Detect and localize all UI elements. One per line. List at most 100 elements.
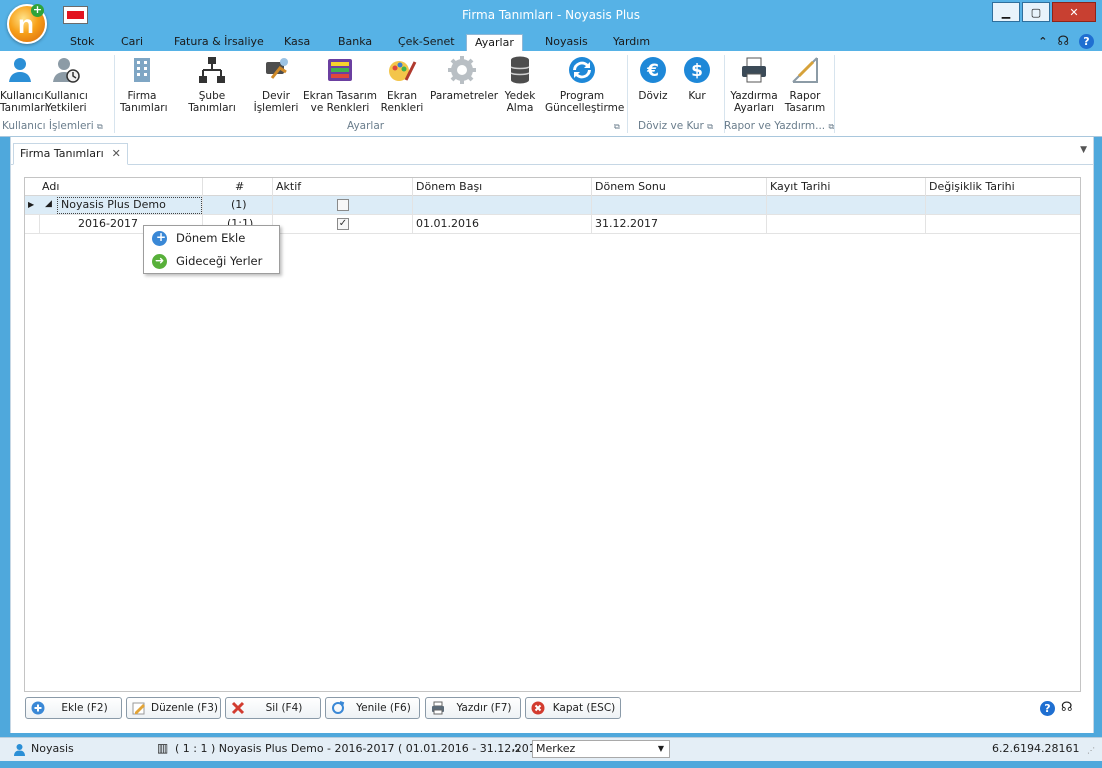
tab-cek-senet[interactable]: Çek-Senet xyxy=(390,34,463,51)
button-label: Kur xyxy=(688,90,706,102)
ekran-tasarim-button[interactable]: Ekran Tasarım ve Renkleri xyxy=(303,54,377,120)
support-headset-icon[interactable]: ☊ xyxy=(1061,700,1073,715)
sube-tanimlari-button[interactable]: Şube Tanımları xyxy=(175,54,249,120)
aktif-checkbox[interactable] xyxy=(337,199,349,211)
kur-button[interactable]: $ Kur xyxy=(678,54,716,120)
devir-islemleri-button[interactable]: Devir İşlemleri xyxy=(253,54,299,120)
sil-button[interactable]: Sil (F4) xyxy=(225,697,321,719)
branch-select[interactable]: Merkez ▼ xyxy=(532,740,670,758)
status-period: ( 1 : 1 ) Noyasis Plus Demo - 2016-2017 … xyxy=(175,742,551,755)
user-icon xyxy=(14,744,25,756)
column-header-aktif[interactable]: Aktif xyxy=(276,180,301,193)
minimize-button[interactable]: ▁ xyxy=(992,2,1020,22)
group-label-kullanici-islemleri: Kullanıcı İşlemleri ⧉ xyxy=(2,120,103,132)
collapse-ribbon-icon[interactable]: ⌃ xyxy=(1038,35,1047,48)
aktif-checkbox[interactable]: ✓ xyxy=(337,218,349,230)
tab-noyasis[interactable]: Noyasis xyxy=(537,34,596,51)
button-label: Alma xyxy=(506,102,534,114)
table-row[interactable]: ▶ ◢ Noyasis Plus Demo (1) xyxy=(25,196,1080,215)
column-header-donem-sonu[interactable]: Dönem Sonu xyxy=(595,180,666,193)
tab-banka[interactable]: Banka xyxy=(330,34,380,51)
euro-icon: € xyxy=(640,57,666,83)
close-button[interactable]: ✕ xyxy=(1052,2,1096,22)
support-headset-icon[interactable]: ☊ xyxy=(1057,34,1069,49)
column-header-adi[interactable]: Adı xyxy=(42,180,59,193)
ekran-renkleri-button[interactable]: Ekran Renkleri xyxy=(380,54,424,120)
tree-collapse-icon[interactable]: ◢ xyxy=(45,199,52,209)
yazdir-button[interactable]: Yazdır (F7) xyxy=(425,697,521,719)
kullanici-yetkileri-button[interactable]: Kullanıcı Yetkileri xyxy=(44,54,88,120)
tab-ayarlar[interactable]: Ayarlar xyxy=(466,34,523,51)
yedek-alma-button[interactable]: Yedek Alma xyxy=(500,54,540,120)
yazdirma-ayarlari-button[interactable]: Yazdırma Ayarları xyxy=(730,54,778,120)
report-design-icon xyxy=(792,57,818,83)
cell-separator xyxy=(272,196,273,215)
close-tab-icon[interactable]: ✕ xyxy=(112,147,121,160)
cell-number[interactable]: (1) xyxy=(231,198,247,211)
button-label: Düzenle (F3) xyxy=(151,702,218,714)
cell-separator xyxy=(412,196,413,215)
group-launcher-icon[interactable]: ⧉ xyxy=(828,122,834,131)
document-tabbar: Firma Tanımları ✕ ▼ xyxy=(11,137,1093,165)
screen-design-icon xyxy=(328,59,352,81)
tab-cari[interactable]: Cari xyxy=(113,34,151,51)
column-header-degisiklik-tarihi[interactable]: Değişiklik Tarihi xyxy=(929,180,1015,193)
column-header-number[interactable]: # xyxy=(235,180,244,193)
button-label: Kapat (ESC) xyxy=(552,702,616,714)
menu-item-donem-ekle[interactable]: + Dönem Ekle xyxy=(148,228,276,249)
button-label: Yenile (F6) xyxy=(356,702,411,714)
help-icon[interactable]: ? xyxy=(1040,701,1055,716)
tab-fatura-irsaliye[interactable]: Fatura & İrsaliye xyxy=(166,34,272,51)
maximize-button[interactable]: ▢ xyxy=(1022,2,1050,22)
tab-kasa[interactable]: Kasa xyxy=(276,34,318,51)
help-icon[interactable]: ? xyxy=(1079,34,1094,49)
column-header-donem-basi[interactable]: Dönem Başı xyxy=(416,180,482,193)
cell-donem-basi[interactable]: 01.01.2016 xyxy=(416,217,479,230)
kapat-button[interactable]: Kapat (ESC) xyxy=(525,697,621,719)
cell-name[interactable]: 2016-2017 xyxy=(78,217,138,230)
button-label: Ekran Tasarım xyxy=(303,90,377,102)
tab-list-dropdown-icon[interactable]: ▼ xyxy=(1080,145,1087,155)
tab-stok[interactable]: Stok xyxy=(62,34,102,51)
plus-badge-icon: + xyxy=(31,3,44,17)
column-separator xyxy=(412,178,413,196)
database-icon xyxy=(510,56,530,84)
action-bar: Ekle (F2) Düzenle (F3) Sil (F4) Yenile (… xyxy=(11,697,1093,729)
app-menu-button[interactable]: n + xyxy=(7,4,47,44)
button-label: Kullanıcı xyxy=(44,90,88,102)
firma-tanimlari-button[interactable]: Firma Tanımları xyxy=(120,54,168,120)
cell-donem-sonu[interactable]: 31.12.2017 xyxy=(595,217,658,230)
button-label: Yedek xyxy=(504,90,536,102)
group-launcher-icon[interactable]: ⧉ xyxy=(614,122,620,131)
column-header-kayit-tarihi[interactable]: Kayıt Tarihi xyxy=(770,180,830,193)
cell-separator xyxy=(766,196,767,215)
column-separator xyxy=(272,178,273,196)
group-launcher-icon[interactable]: ⧉ xyxy=(707,122,713,131)
button-label: Renkleri xyxy=(380,102,424,114)
kullanici-tanimlari-button[interactable]: Kullanıcı Tanımları xyxy=(0,54,48,120)
doviz-button[interactable]: € Döviz xyxy=(634,54,672,120)
group-launcher-ayarlar[interactable]: ⧉ xyxy=(614,120,620,132)
tab-yardim[interactable]: Yardım xyxy=(605,34,658,51)
cell-name[interactable]: Noyasis Plus Demo xyxy=(61,198,166,211)
menu-item-gidecegi-yerler[interactable]: ➜ Gideceği Yerler xyxy=(148,251,276,272)
cell-separator xyxy=(766,215,767,234)
button-label: Şube Tanımları xyxy=(188,90,236,114)
plus-glyph-icon: + xyxy=(156,230,167,244)
duzenle-button[interactable]: Düzenle (F3) xyxy=(126,697,221,719)
tab-firma-tanimlari[interactable]: Firma Tanımları ✕ xyxy=(13,143,128,165)
resize-grip-icon[interactable]: ⋰ xyxy=(1087,746,1095,755)
cell-separator xyxy=(591,215,592,234)
parametreler-button[interactable]: Parametreler xyxy=(430,54,498,120)
rapor-tasarim-button[interactable]: Rapor Tasarım xyxy=(783,54,827,120)
column-separator xyxy=(202,178,203,196)
chevron-down-icon: ▼ xyxy=(657,744,664,753)
group-launcher-icon[interactable]: ⧉ xyxy=(97,122,103,131)
context-menu: + Dönem Ekle ➜ Gideceği Yerler xyxy=(143,225,280,274)
button-label: Yetkileri xyxy=(45,102,87,114)
program-guncellestirme-button[interactable]: Program Güncelleştirme xyxy=(545,54,624,120)
app-window: n + Firma Tanımları - Noyasis Plus ▁ ▢ ✕… xyxy=(0,0,1102,768)
grid-header: Adı # Aktif Dönem Başı Dönem Sonu Kayıt … xyxy=(25,178,1080,196)
yenile-button[interactable]: Yenile (F6) xyxy=(325,697,420,719)
ekle-button[interactable]: Ekle (F2) xyxy=(25,697,122,719)
